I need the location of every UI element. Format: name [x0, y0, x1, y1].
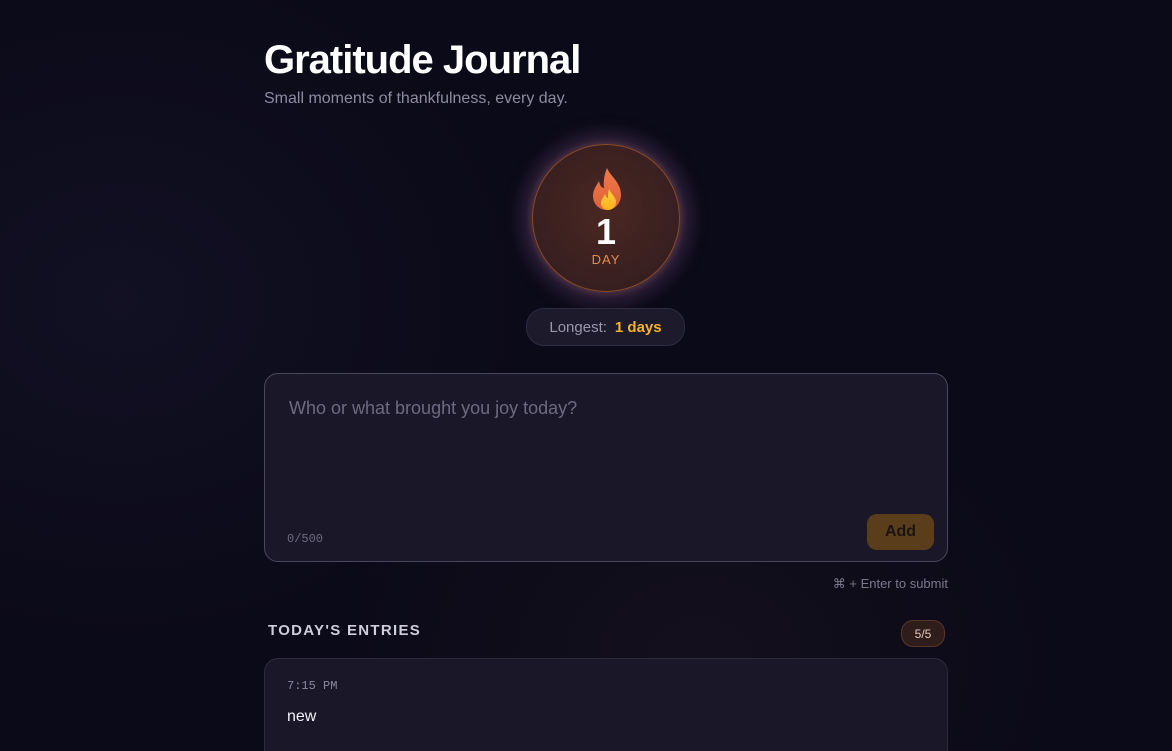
entry-count-badge: 5/5: [901, 620, 945, 647]
streak-indicator: 1 DAY: [532, 144, 680, 292]
entry-card: 7:15 PM new: [264, 658, 948, 751]
todays-entries-heading: TODAY'S ENTRIES: [268, 622, 422, 639]
entry-text: new: [287, 708, 317, 725]
app-page: Gratitude Journal Small moments of thank…: [0, 0, 1172, 751]
entry-time: 7:15 PM: [287, 679, 338, 693]
gratitude-input[interactable]: [287, 396, 931, 510]
streak-unit: DAY: [591, 252, 621, 267]
page-title: Gratitude Journal: [264, 38, 581, 82]
longest-streak-value: 1 days: [614, 318, 662, 336]
longest-streak-badge: Longest: 1 days: [526, 308, 685, 346]
add-entry-button[interactable]: Add: [867, 514, 934, 550]
longest-streak-label: Longest:: [549, 318, 607, 336]
entry-composer: 0/500 Add: [264, 373, 948, 562]
character-counter: 0/500: [287, 532, 324, 546]
page-subtitle: Small moments of thankfulness, every day…: [264, 90, 568, 107]
submit-shortcut-hint: ⌘ + Enter to submit: [832, 576, 948, 591]
flame-icon: [593, 168, 621, 210]
streak-count: 1: [595, 211, 617, 252]
